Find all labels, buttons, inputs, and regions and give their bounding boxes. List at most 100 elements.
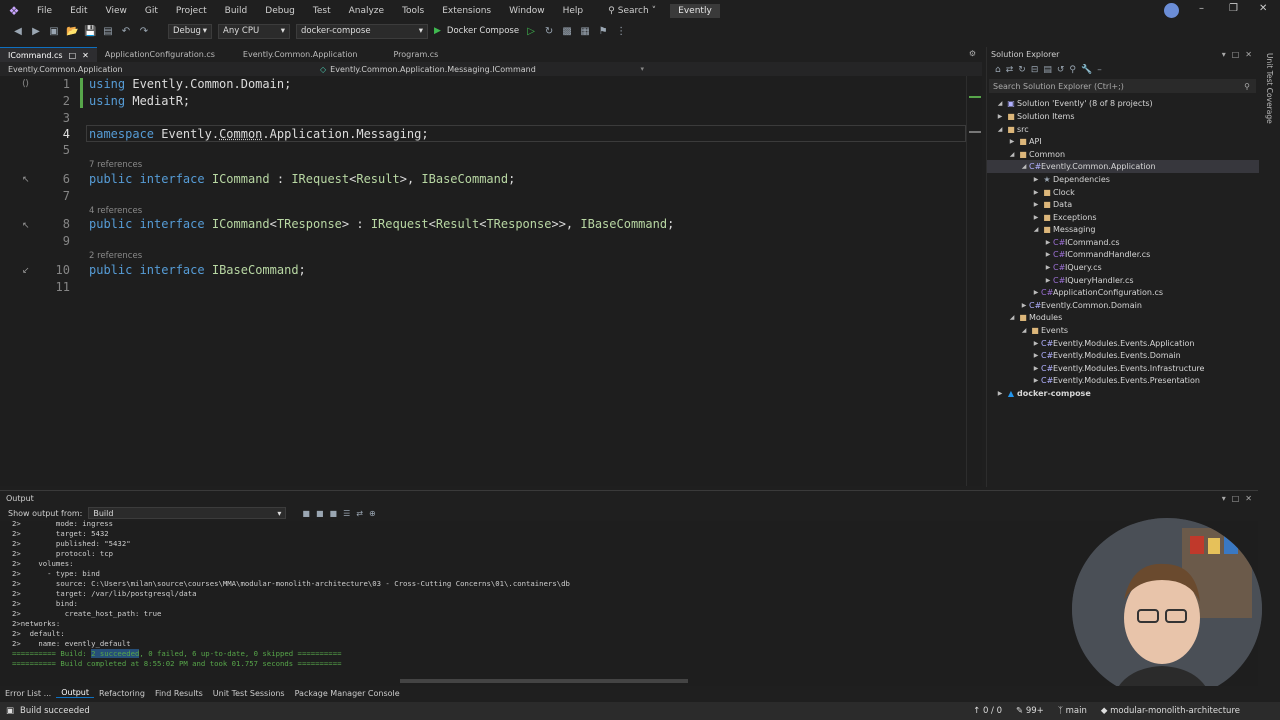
codelens-references[interactable]: 4 references — [89, 206, 142, 216]
tab-output[interactable]: Output — [56, 688, 94, 698]
menu-edit[interactable]: Edit — [61, 6, 96, 16]
project-dropdown[interactable]: Evently.Common.Application — [0, 65, 320, 74]
start-debugging-icon[interactable]: ▶ — [434, 26, 441, 36]
tree-item-dependencies[interactable]: ▶ ★ Dependencies — [987, 173, 1259, 186]
save-icon[interactable]: 💾 — [84, 26, 96, 37]
tree-item-messaging[interactable]: ◢ ■ Messaging — [987, 223, 1259, 236]
menu-git[interactable]: Git — [136, 6, 167, 16]
back-icon[interactable]: ◀ — [12, 26, 24, 37]
tree-item-api[interactable]: ▶ ■ API — [987, 135, 1259, 148]
find-message-icon[interactable]: ■ — [302, 509, 310, 518]
tree-item-src[interactable]: ◢ ■ src — [987, 123, 1259, 136]
browser-link-icon[interactable]: ▩ — [561, 26, 573, 37]
collapsed-arrow-icon[interactable]: ▶ — [1031, 352, 1041, 359]
chevron-down-icon[interactable]: ▾ — [1222, 50, 1226, 59]
tree-item-events-infrastructure[interactable]: ▶ C# Evently.Modules.Events.Infrastructu… — [987, 362, 1259, 375]
collapsed-arrow-icon[interactable]: ▶ — [1031, 365, 1041, 372]
collapsed-arrow-icon[interactable]: ▶ — [1031, 214, 1041, 221]
next-message-icon[interactable]: ■ — [330, 509, 338, 518]
tree-item-events-application[interactable]: ▶ C# Evently.Modules.Events.Application — [987, 337, 1259, 350]
tab-evently-common-application[interactable]: Evently.Common.Application — [235, 47, 366, 62]
tab-applicationconfiguration-cs[interactable]: ApplicationConfiguration.cs — [97, 47, 223, 62]
clear-all-icon[interactable]: ☰ — [343, 509, 350, 518]
menu-view[interactable]: View — [97, 6, 136, 16]
menu-help[interactable]: Help — [554, 6, 593, 16]
expanded-arrow-icon[interactable]: ◢ — [1019, 163, 1029, 170]
output-horizontal-scrollbar[interactable] — [400, 679, 688, 683]
close-icon[interactable]: ✕ — [1245, 50, 1252, 59]
tree-item-solution[interactable]: ◢ ▣ Solution 'Evently' (8 of 8 projects) — [987, 97, 1259, 110]
tree-item-solution-items[interactable]: ▶ ■ Solution Items — [987, 110, 1259, 123]
output-text[interactable]: 2> mode: ingress 2> target: 5432 2> publ… — [12, 519, 1242, 671]
forward-icon[interactable]: ▶ — [30, 26, 42, 37]
pending-changes-icon[interactable]: ↻ — [1018, 65, 1026, 75]
collapsed-arrow-icon[interactable]: ▶ — [995, 390, 1005, 397]
tree-item-common[interactable]: ◢ ■ Common — [987, 148, 1259, 161]
menu-file[interactable]: File — [28, 6, 61, 16]
configuration-select[interactable]: Debug ▾ — [168, 23, 212, 39]
menu-analyze[interactable]: Analyze — [340, 6, 393, 16]
pin-icon[interactable]: □ — [1232, 50, 1240, 59]
tree-item-exceptions[interactable]: ▶ ■ Exceptions — [987, 211, 1259, 224]
show-all-files-icon[interactable]: ▤ — [1043, 65, 1052, 75]
tree-item-applicationconfiguration-cs[interactable]: ▶ C# ApplicationConfiguration.cs — [987, 286, 1259, 299]
minimize-icon[interactable]: – — [1199, 3, 1204, 14]
output-source-select[interactable]: Build ▾ — [88, 507, 287, 519]
toggle-scroll-icon[interactable]: ⊕ — [369, 509, 376, 518]
collapsed-arrow-icon[interactable]: ▶ — [1031, 189, 1041, 196]
word-wrap-icon[interactable]: ⇄ — [356, 509, 363, 518]
menu-extensions[interactable]: Extensions — [433, 6, 500, 16]
tree-item-events-domain[interactable]: ▶ C# Evently.Modules.Events.Domain — [987, 349, 1259, 362]
collapsed-arrow-icon[interactable]: ▶ — [1043, 251, 1053, 258]
save-all-icon[interactable]: ▤ — [102, 26, 114, 37]
tab-icommand-cs[interactable]: ICommand.cs □ ✕ — [0, 47, 97, 62]
redo-icon[interactable]: ↷ — [138, 26, 150, 37]
branch-selector[interactable]: ᛉ main — [1058, 706, 1087, 716]
tree-item-evently-common-application[interactable]: ◢ C# Evently.Common.Application — [987, 160, 1259, 173]
tree-item-data[interactable]: ▶ ■ Data — [987, 198, 1259, 211]
pin-icon[interactable]: □ — [69, 51, 77, 60]
tree-item-iquery-cs[interactable]: ▶ C# IQuery.cs — [987, 261, 1259, 274]
tab-find-results[interactable]: Find Results — [150, 689, 208, 698]
menu-build[interactable]: Build — [216, 6, 257, 16]
start-without-debugging-icon[interactable]: ▷ — [525, 26, 537, 37]
startup-project-select[interactable]: docker-compose ▾ — [296, 23, 428, 39]
prev-message-icon[interactable]: ■ — [316, 509, 324, 518]
tree-item-icommandhandler-cs[interactable]: ▶ C# ICommandHandler.cs — [987, 248, 1259, 261]
menu-tools[interactable]: Tools — [393, 6, 433, 16]
type-dropdown[interactable]: ◇ Evently.Common.Application.Messaging.I… — [320, 65, 650, 74]
collapsed-arrow-icon[interactable]: ▶ — [1031, 201, 1041, 208]
open-icon[interactable]: 📂 — [66, 26, 78, 37]
tree-item-icommand-cs[interactable]: ▶ C# ICommand.cs — [987, 236, 1259, 249]
tab-error-list[interactable]: Error List ... — [0, 689, 56, 698]
search-button[interactable]: ⚲ Search ˅ — [602, 6, 662, 16]
sync-icon[interactable]: ⇄ — [1006, 65, 1014, 75]
account-avatar[interactable] — [1164, 3, 1179, 18]
collapsed-arrow-icon[interactable]: ▶ — [1043, 239, 1053, 246]
properties-icon[interactable]: 🔧 — [1081, 65, 1092, 75]
collapsed-arrow-icon[interactable]: ▶ — [995, 113, 1005, 120]
collapsed-arrow-icon[interactable]: ▶ — [1031, 340, 1041, 347]
breakpoints-icon[interactable]: ▦ — [579, 26, 591, 37]
hot-reload-icon[interactable]: ↻ — [543, 26, 555, 37]
pin-icon[interactable]: □ — [1232, 494, 1240, 503]
pending-changes-indicator[interactable]: ✎ 99+ — [1016, 706, 1044, 716]
git-changes-indicator[interactable]: ↑ 0 / 0 — [973, 706, 1002, 716]
unit-test-coverage-tab[interactable]: Unit Test Coverage — [1265, 53, 1274, 124]
tree-item-iqueryhandler-cs[interactable]: ▶ C# IQueryHandler.cs — [987, 274, 1259, 287]
bookmark-icon[interactable]: ⚑ — [597, 26, 609, 37]
restore-icon[interactable]: ❐ — [1229, 3, 1238, 14]
expanded-arrow-icon[interactable]: ◢ — [1031, 226, 1041, 233]
tree-item-evently-common-domain[interactable]: ▶ C# Evently.Common.Domain — [987, 299, 1259, 312]
collapsed-arrow-icon[interactable]: ▶ — [1043, 264, 1053, 271]
tree-item-events[interactable]: ◢ ■ Events — [987, 324, 1259, 337]
platform-select[interactable]: Any CPU ▾ — [218, 23, 290, 39]
expanded-arrow-icon[interactable]: ◢ — [1019, 327, 1029, 334]
expanded-arrow-icon[interactable]: ◢ — [1007, 151, 1017, 158]
collapsed-arrow-icon[interactable]: ▶ — [1019, 302, 1029, 309]
tab-list-gear-icon[interactable]: ⚙ — [969, 49, 976, 58]
tree-item-clock[interactable]: ▶ ■ Clock — [987, 186, 1259, 199]
collapsed-arrow-icon[interactable]: ▶ — [1031, 176, 1041, 183]
filter-icon[interactable]: ⚲ — [1069, 65, 1076, 75]
chevron-down-icon[interactable]: ▾ — [1222, 494, 1226, 503]
